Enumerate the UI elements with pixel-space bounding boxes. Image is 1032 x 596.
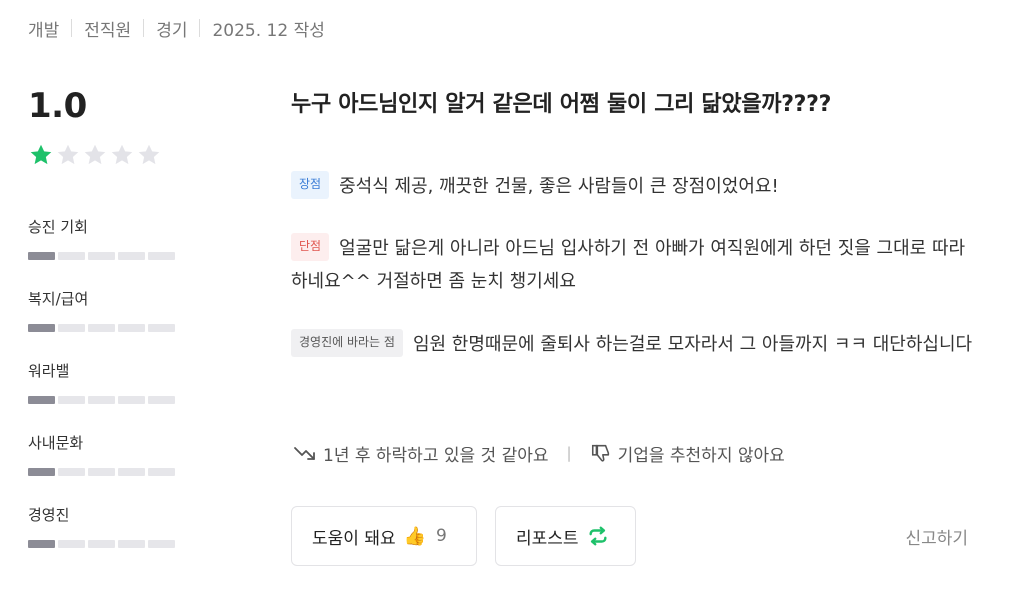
- category-rating-culture: 사내문화: [28, 432, 188, 476]
- bar-segment-empty: [88, 468, 115, 476]
- review-title: 누구 아드님인지 알거 같은데 어쩜 둘이 그리 닮았을까????: [291, 92, 832, 117]
- category-rating-management: 경영진: [28, 504, 188, 548]
- helpful-button[interactable]: 도움이 돼요 👍 9: [291, 506, 477, 566]
- category-label: 복지/급여: [28, 290, 89, 308]
- review-pros: 장점 중석식 제공, 깨끗한 건물, 좋은 사람들이 큰 장점이었어요!: [291, 170, 981, 203]
- category-label: 사내문화: [28, 434, 84, 452]
- category-bar: [28, 324, 188, 332]
- bar-segment-empty: [88, 540, 115, 548]
- star-rating: [28, 142, 162, 168]
- thumbs-down-icon: [590, 442, 612, 464]
- bar-segment-empty: [118, 324, 145, 332]
- meta-divider: [199, 19, 201, 37]
- category-bar: [28, 396, 188, 404]
- repost-label: 리포스트: [516, 528, 579, 549]
- pros-tag: 장점: [291, 171, 330, 199]
- bar-segment-empty: [88, 252, 115, 260]
- category-bar: [28, 252, 188, 260]
- repost-icon: [587, 525, 609, 547]
- bar-segment-filled: [28, 468, 55, 476]
- meta-region: 경기: [156, 20, 188, 41]
- bar-segment-empty: [58, 396, 85, 404]
- thumbs-up-icon: 👍: [403, 525, 427, 547]
- bar-segment-empty: [88, 396, 115, 404]
- meta-divider: [143, 19, 145, 37]
- bar-segment-empty: [118, 468, 145, 476]
- bar-segment-filled: [28, 324, 55, 332]
- bar-segment-empty: [148, 396, 175, 404]
- message-tag: 경영진에 바라는 점: [291, 329, 403, 357]
- category-rating-welfare: 복지/급여: [28, 288, 188, 332]
- bar-segment-empty: [148, 540, 175, 548]
- meta-date: 2025. 12 작성: [212, 20, 325, 41]
- category-rating-worklife: 워라밸: [28, 360, 188, 404]
- repost-button[interactable]: 리포스트: [495, 506, 636, 566]
- bar-segment-empty: [118, 396, 145, 404]
- category-label: 경영진: [28, 506, 70, 524]
- meta-divider: [71, 19, 73, 37]
- star-empty-icon: [84, 144, 106, 165]
- report-link[interactable]: 신고하기: [905, 524, 968, 549]
- outlook-recommend-text: 기업을 추천하지 않아요: [617, 445, 785, 466]
- star-empty-icon: [138, 144, 160, 165]
- category-label: 워라밸: [28, 362, 70, 380]
- bar-segment-empty: [88, 324, 115, 332]
- cons-tag: 단점: [291, 233, 330, 261]
- star-filled-icon: [30, 144, 52, 165]
- category-rating-promotion: 승진 기회: [28, 216, 188, 260]
- bar-segment-empty: [148, 324, 175, 332]
- trend-down-icon: [293, 443, 317, 463]
- outlook-row: 1년 후 하락하고 있을 것 같아요 | 기업을 추천하지 않아요: [293, 440, 785, 466]
- category-label: 승진 기회: [28, 218, 88, 236]
- category-bar: [28, 540, 188, 548]
- bar-segment-filled: [28, 252, 55, 260]
- bar-segment-empty: [118, 540, 145, 548]
- message-text: 임원 한명때문에 줄퇴사 하는걸로 모자라서 그 아들까지 ㅋㅋ 대단하십니다: [412, 334, 973, 355]
- bar-segment-empty: [58, 252, 85, 260]
- bar-segment-filled: [28, 540, 55, 548]
- overall-score: 1.0: [28, 86, 87, 126]
- outlook-divider: |: [566, 444, 572, 462]
- review-meta: 개발 전직원 경기 2025. 12 작성: [28, 15, 325, 41]
- bar-segment-filled: [28, 396, 55, 404]
- meta-job: 개발: [28, 20, 60, 41]
- star-empty-icon: [111, 144, 133, 165]
- meta-status: 전직원: [84, 20, 132, 41]
- bar-segment-empty: [148, 468, 175, 476]
- bar-segment-empty: [58, 540, 85, 548]
- helpful-count: 9: [436, 526, 447, 546]
- bar-segment-empty: [118, 252, 145, 260]
- pros-text: 중석식 제공, 깨끗한 건물, 좋은 사람들이 큰 장점이었어요!: [339, 176, 779, 197]
- review-message-to-management: 경영진에 바라는 점 임원 한명때문에 줄퇴사 하는걸로 모자라서 그 아들까지 …: [291, 328, 981, 361]
- bar-segment-empty: [58, 324, 85, 332]
- cons-text: 얼굴만 닮은게 아니라 아드님 입사하기 전 아빠가 여직원에게 하던 짓을 그…: [291, 238, 966, 292]
- bar-segment-empty: [58, 468, 85, 476]
- helpful-label: 도움이 돼요: [312, 528, 396, 549]
- star-empty-icon: [57, 144, 79, 165]
- category-bar: [28, 468, 188, 476]
- bar-segment-empty: [148, 252, 175, 260]
- outlook-trend-text: 1년 후 하락하고 있을 것 같아요: [323, 445, 549, 466]
- review-cons: 단점 얼굴만 닮은게 아니라 아드님 입사하기 전 아빠가 여직원에게 하던 짓을…: [291, 232, 981, 298]
